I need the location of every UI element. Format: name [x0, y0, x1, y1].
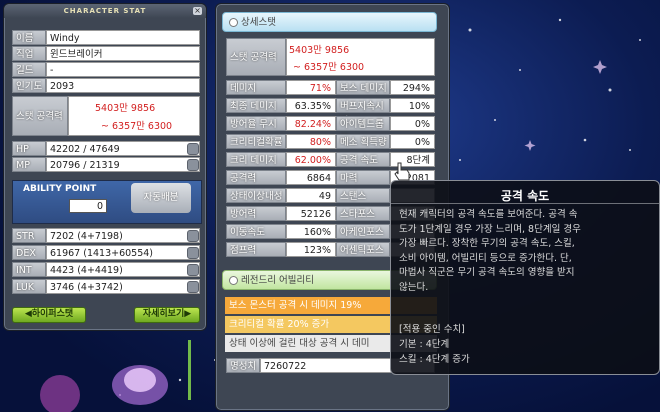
- character-stat-window: CHARACTER STAT × 이름 Windy 직업 윈드브레이커 길드 -…: [3, 3, 207, 331]
- pair-label-left: 크리티컬확률: [226, 134, 286, 149]
- tooltip-desc-line: 마법사 직군은 무기 공격 속도의 영향을 받지: [399, 267, 575, 278]
- tooltip-title: 공격 속도: [500, 189, 550, 203]
- pair-value-left: 63.35%: [286, 98, 336, 113]
- legendary-ability-title: 레전드리 어빌리티: [241, 275, 314, 286]
- row-label: DEX: [12, 245, 46, 260]
- pair-value-right: 0%: [390, 134, 435, 149]
- detail-stat-header: 상세스탯: [222, 12, 437, 32]
- detail-stat-attack-label: 스탯 공격력: [226, 38, 286, 76]
- pair-value-left: 80%: [286, 134, 336, 149]
- pair-label-right: 버프지속시간: [336, 98, 390, 127]
- pair-label-left: 방어율 무시: [226, 116, 286, 131]
- row-label: INT: [12, 262, 46, 277]
- luk-plus-icon[interactable]: [187, 281, 199, 293]
- pair-value-right: 294%: [390, 80, 435, 95]
- tooltip-apply-skill: 스킬 : 4단계 증가: [399, 354, 470, 365]
- pair-value-left: 160%: [286, 224, 336, 239]
- row-label: LUK: [12, 279, 46, 294]
- detail-stat-attack-max: ~ 6357만 6300: [293, 62, 365, 73]
- pair-label-right: 스타포스: [336, 206, 390, 221]
- pair-label-left: 상태이상내성: [226, 188, 286, 203]
- tooltip-description: 현재 캐릭터의 공격 속도를 보여준다. 공격 속 도가 1단계일 경우 가장 …: [399, 208, 655, 295]
- row-value: 61967 (1413+60554): [46, 245, 200, 260]
- mp-value: 20796 / 21319: [46, 157, 200, 172]
- window-title: CHARACTER STAT: [4, 4, 206, 18]
- pair-label-right: 어센틱포스: [336, 242, 390, 257]
- row-label: 인기도: [12, 78, 46, 93]
- fame-label: 명성치: [226, 358, 260, 373]
- pair-label-left: 데미지: [226, 80, 286, 95]
- pair-label-left: 점프력: [226, 242, 286, 257]
- row-value: Windy: [46, 30, 200, 45]
- row-value: 윈드브레이커: [46, 46, 200, 61]
- pair-label-left: 크리 데미지: [226, 152, 286, 167]
- detail-stat-attack-min: 5403만 9856: [289, 45, 350, 56]
- detail-stat-title: 상세스탯: [241, 17, 276, 28]
- detail-view-button[interactable]: 자세히보기▶: [134, 307, 200, 323]
- row-label: STR: [12, 228, 46, 243]
- pair-value-left: 6864: [286, 170, 336, 185]
- int-plus-icon[interactable]: [187, 264, 199, 276]
- tooltip-apply-base: 기본 : 4단계: [399, 339, 450, 350]
- ability-point-value: 0: [69, 199, 107, 213]
- attack-speed-tooltip: 공격 속도 현재 캐릭터의 공격 속도를 보여준다. 공격 속 도가 1단계일 …: [390, 180, 660, 375]
- tooltip-desc-line: 현재 캐릭터의 공격 속도를 보여준다. 공격 속: [399, 209, 578, 220]
- auto-assign-button[interactable]: 자동배분: [131, 183, 191, 213]
- pair-value-right: 0%: [390, 116, 435, 131]
- tooltip-desc-line: 않는다.: [399, 281, 429, 293]
- detail-stat-attack-value: 5403만 9856 ~ 6357만 6300: [286, 38, 435, 76]
- pair-value-left: 71%: [286, 80, 336, 95]
- stat-attack-max: ~ 6357만 6300: [101, 121, 173, 132]
- tooltip-apply-header: [적용 중인 수치]: [399, 324, 465, 335]
- str-plus-icon[interactable]: [187, 230, 199, 242]
- row-label: 이름: [12, 30, 46, 45]
- dex-plus-icon[interactable]: [187, 247, 199, 259]
- hp-value: 42202 / 47649: [46, 141, 200, 156]
- row-label: 직업: [12, 46, 46, 61]
- tooltip-desc-line: 가장 빠르다. 장착한 무기의 공격 속도, 스킬,: [399, 238, 575, 249]
- close-icon[interactable]: ×: [193, 7, 202, 15]
- stat-attack-min: 5403만 9856: [95, 103, 156, 114]
- pair-label-right: 스탠스: [336, 188, 390, 203]
- pair-label-right: 아이템드롭률: [336, 116, 390, 145]
- pair-value-left: 49: [286, 188, 336, 203]
- pair-label-right: 메소 획득량: [336, 134, 390, 149]
- row-label: 길드: [12, 62, 46, 77]
- hyper-stat-button[interactable]: ◀하이퍼스탯: [12, 307, 86, 323]
- pair-value-right: 10%: [390, 98, 435, 113]
- pair-label-left: 이동속도: [226, 224, 286, 239]
- stat-attack-label: 스탯 공격력: [12, 96, 68, 136]
- hp-plus-icon[interactable]: [187, 143, 199, 155]
- pair-value-left: 62.00%: [286, 152, 336, 167]
- ability-point-label: ABILITY POINT: [23, 184, 97, 194]
- tooltip-divider: [391, 203, 659, 204]
- pair-value-left: 52126: [286, 206, 336, 221]
- pair-value-left: 123%: [286, 242, 336, 257]
- header-dot-icon: [229, 276, 238, 285]
- pair-label-right: 공격 속도: [336, 152, 390, 167]
- row-value: 7202 (4+7198): [46, 228, 200, 243]
- header-dot-icon: [229, 18, 238, 27]
- stat-attack-value: 5403만 9856 ~ 6357만 6300: [68, 96, 200, 136]
- row-value: 4423 (4+4419): [46, 262, 200, 277]
- hp-label: HP: [12, 141, 46, 156]
- row-value: 3746 (4+3742): [46, 279, 200, 294]
- pair-label-left: 방어력: [226, 206, 286, 221]
- ability-point-box: ABILITY POINT 0 자동배분: [12, 180, 202, 224]
- pair-label-right: 아케인포스: [336, 224, 390, 239]
- row-value: -: [46, 62, 200, 77]
- pair-label-right: 마력: [336, 170, 390, 185]
- tooltip-desc-line: 소비 아이템, 어빌리티 등으로 증가한다. 단,: [399, 252, 572, 264]
- mp-plus-icon[interactable]: [187, 159, 199, 171]
- row-value: 2093: [46, 78, 200, 93]
- pair-label-left: 최종 데미지: [226, 98, 286, 113]
- pair-label-left: 공격력: [226, 170, 286, 185]
- mp-label: MP: [12, 157, 46, 172]
- pair-label-right: 보스 데미지: [336, 80, 390, 95]
- hand-cursor-icon: [394, 162, 410, 181]
- pair-value-left: 82.24%: [286, 116, 336, 131]
- tooltip-desc-line: 도가 1단계일 경우 가장 느리며, 8단계일 경우: [399, 223, 581, 235]
